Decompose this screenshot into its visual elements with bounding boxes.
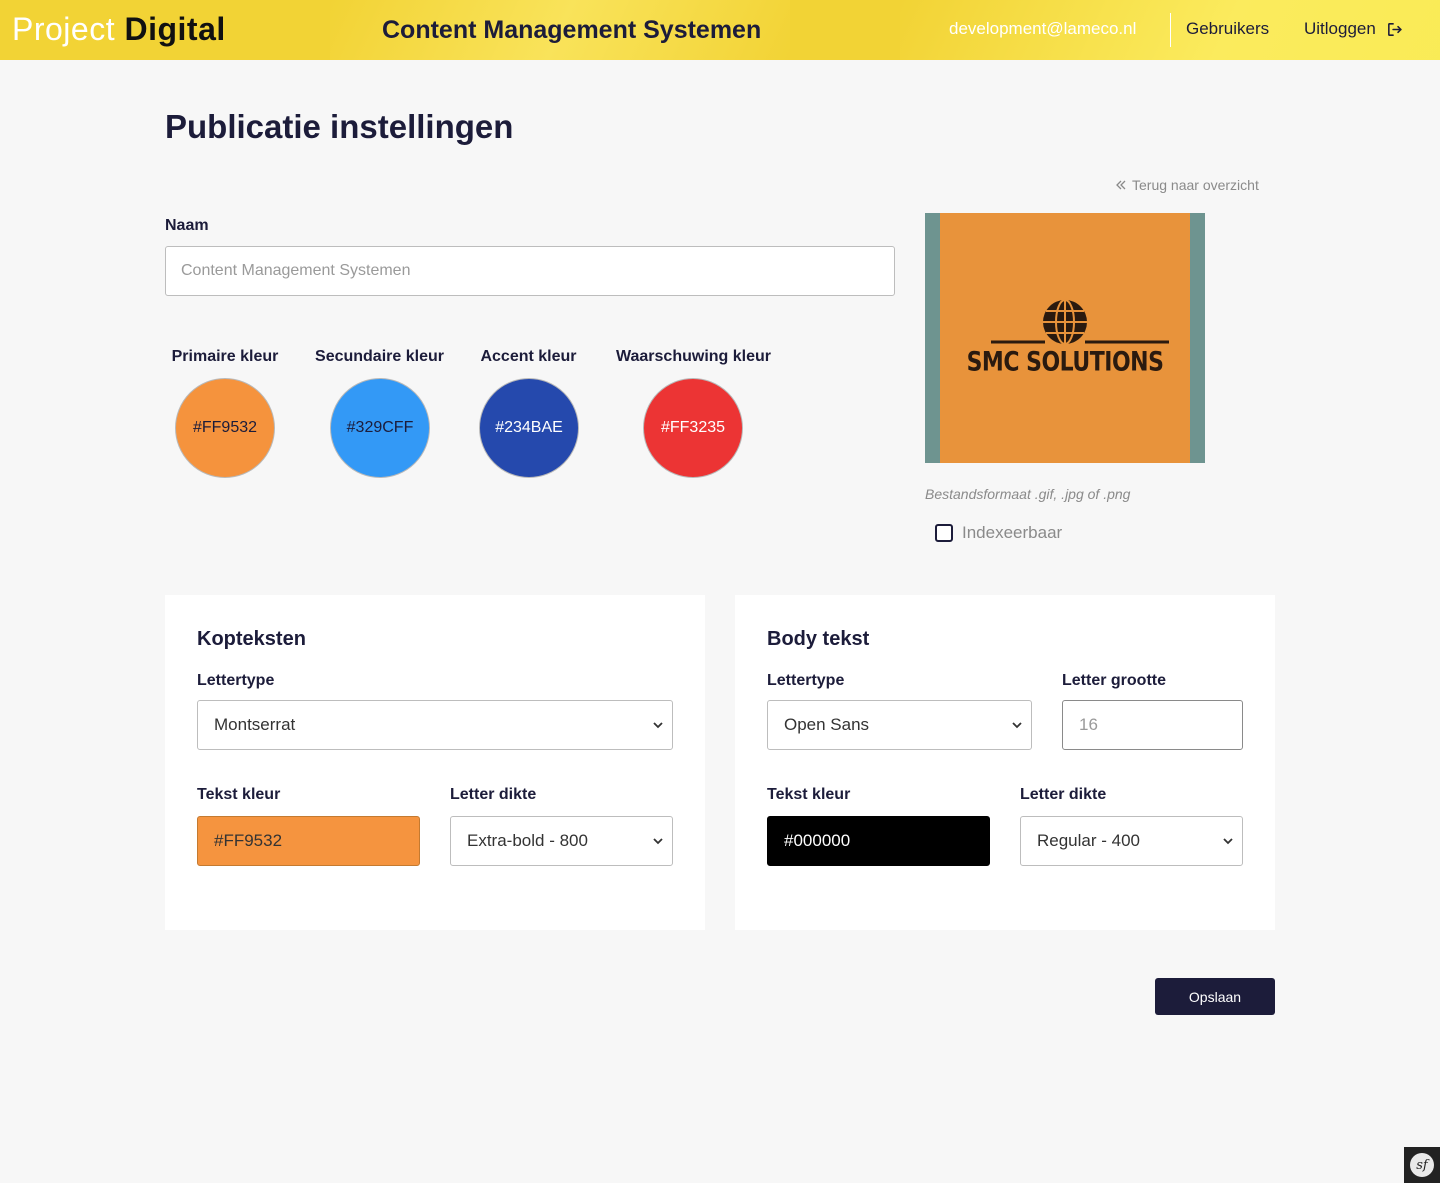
body-card-title: Body tekst <box>767 628 870 650</box>
primary-color-swatch[interactable]: #FF9532 <box>175 378 275 478</box>
chevron-down-icon <box>653 838 663 845</box>
body-font-select[interactable]: Open Sans <box>767 700 1032 750</box>
warning-color-group: Waarschuwing kleur #FF3235 <box>606 347 781 478</box>
back-link-label: Terug naar overzicht <box>1132 177 1259 193</box>
headings-color-input[interactable]: #FF9532 <box>197 816 420 866</box>
headings-weight-label: Letter dikte <box>450 786 537 803</box>
nav-logout-link[interactable]: Uitloggen <box>1304 19 1403 39</box>
headings-weight-value: Extra-bold - 800 <box>467 831 588 850</box>
chevron-down-icon <box>653 722 663 729</box>
headings-card-title: Kopteksten <box>197 628 306 650</box>
app-title: Content Management Systemen <box>382 16 762 44</box>
brand-logo[interactable]: Project Digital <box>12 12 226 46</box>
secondary-color-swatch[interactable]: #329CFF <box>330 378 430 478</box>
brand-light: Project <box>12 11 125 47</box>
top-bar: Project Digital Content Management Syste… <box>0 0 1440 60</box>
nav-users-link[interactable]: Gebruikers <box>1186 19 1269 39</box>
headings-card: Kopteksten Lettertype Montserrat Tekst k… <box>165 595 705 930</box>
headings-weight-select[interactable]: Extra-bold - 800 <box>450 816 673 866</box>
body-color-label: Tekst kleur <box>767 786 851 803</box>
headings-color-label: Tekst kleur <box>197 786 281 803</box>
logout-icon <box>1387 22 1402 36</box>
chevron-down-icon <box>1012 722 1022 729</box>
logo-wordmark: SMC SOLUTIONS <box>966 347 1164 378</box>
primary-color-label: Primaire kleur <box>171 348 279 365</box>
headings-font-label: Lettertype <box>197 672 275 689</box>
chevron-down-icon <box>1223 838 1233 845</box>
body-size-label: Letter grootte <box>1062 672 1166 689</box>
secondary-color-group: Secundaire kleur #329CFF <box>308 347 451 478</box>
brand-bold: Digital <box>124 11 226 47</box>
secondary-color-label: Secundaire kleur <box>315 348 444 365</box>
name-label: Naam <box>165 217 209 234</box>
body-weight-value: Regular - 400 <box>1037 831 1141 850</box>
logout-label: Uitloggen <box>1304 19 1376 38</box>
indexable-checkbox[interactable] <box>935 524 953 542</box>
body-font-label: Lettertype <box>767 672 845 689</box>
page-title: Publicatie instellingen <box>165 108 514 145</box>
body-weight-label: Letter dikte <box>1020 786 1107 803</box>
back-to-overview-link[interactable]: Terug naar overzicht <box>1116 176 1259 194</box>
body-font-value: Open Sans <box>784 715 870 734</box>
debug-toolbar-toggle[interactable]: sf <box>1404 1147 1440 1183</box>
body-weight-select[interactable]: Regular - 400 <box>1020 816 1243 866</box>
double-chevron-left-icon <box>1116 180 1126 190</box>
nav-divider <box>1170 13 1171 47</box>
body-color-input[interactable]: #000000 <box>767 816 990 866</box>
body-text-card: Body tekst Lettertype Open Sans Letter g… <box>735 595 1275 930</box>
headings-font-value: Montserrat <box>214 715 296 734</box>
primary-color-group: Primaire kleur #FF9532 <box>165 347 285 478</box>
file-format-hint: Bestandsformaat .gif, .jpg of .png <box>925 486 1131 502</box>
user-email: development@lameco.nl <box>949 19 1137 38</box>
accent-color-label: Accent kleur <box>480 348 577 365</box>
logo-upload-preview[interactable]: SMC SOLUTIONS <box>925 213 1205 463</box>
body-size-input[interactable]: 16 <box>1062 700 1243 750</box>
accent-color-group: Accent kleur #234BAE <box>475 347 582 478</box>
warning-color-swatch[interactable]: #FF3235 <box>643 378 743 478</box>
logo-image: SMC SOLUTIONS <box>940 213 1190 463</box>
indexable-label: Indexeerbaar <box>962 523 1063 542</box>
name-input[interactable] <box>165 246 895 296</box>
headings-font-select[interactable]: Montserrat <box>197 700 673 750</box>
warning-color-label: Waarschuwing kleur <box>616 348 771 365</box>
symfony-icon: sf <box>1410 1153 1434 1177</box>
accent-color-swatch[interactable]: #234BAE <box>479 378 579 478</box>
save-button[interactable]: Opslaan <box>1155 978 1275 1015</box>
indexable-toggle[interactable]: Indexeerbaar <box>935 523 1062 543</box>
globe-icon <box>991 299 1169 345</box>
